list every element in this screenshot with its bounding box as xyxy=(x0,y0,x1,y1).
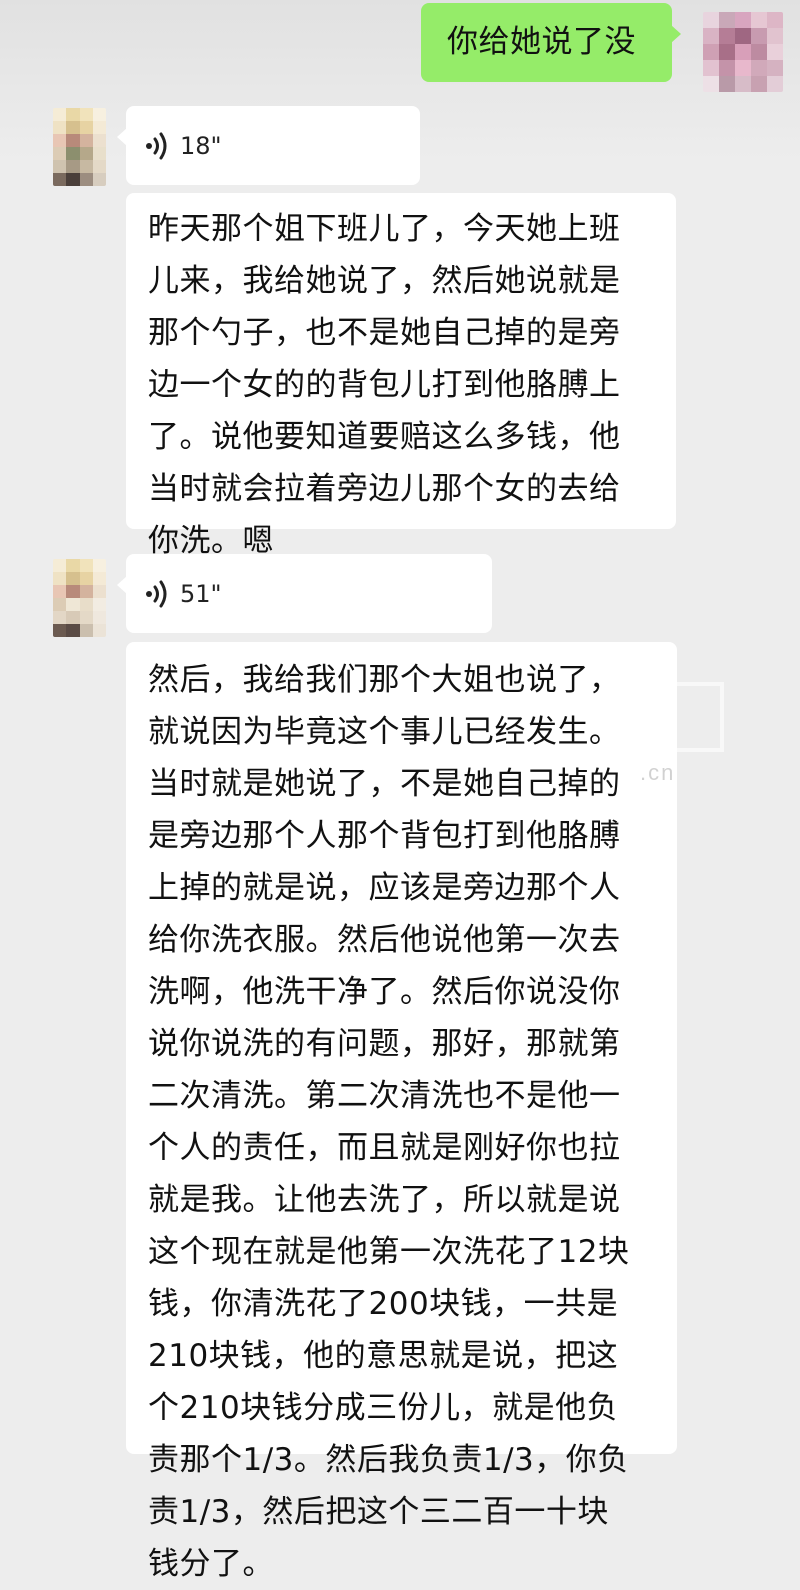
voice-message-bubble[interactable]: 51" xyxy=(117,554,492,633)
watermark-text: .cn xyxy=(640,760,676,785)
message-text: 然后，我给我们那个大姐也说了， 就说因为毕竟这个事儿已经发生。 当时就是她说了，… xyxy=(148,662,630,1582)
voice-duration: 51" xyxy=(180,579,222,608)
message-text: 你给她说了没 xyxy=(447,24,636,60)
message-bubble-received[interactable]: 然后，我给我们那个大姐也说了， 就说因为毕竟这个事儿已经发生。 当时就是她说了，… xyxy=(126,642,677,1582)
avatar-self[interactable] xyxy=(703,12,783,92)
voice-duration: 18" xyxy=(180,131,222,160)
message-text: 昨天那个姐下班儿了，今天她上班 儿来，我给她说了，然后她说就是 那个勺子，也不是… xyxy=(148,211,621,559)
watermark-logo xyxy=(604,682,724,752)
message-bubble-received[interactable]: 昨天那个姐下班儿了，今天她上班 儿来，我给她说了，然后她说就是 那个勺子，也不是… xyxy=(126,193,676,559)
avatar-contact[interactable] xyxy=(53,108,106,186)
avatar-contact[interactable] xyxy=(53,559,106,637)
voice-message-bubble[interactable]: 18" xyxy=(117,106,420,185)
voice-wave-icon xyxy=(146,132,167,159)
message-bubble-sent[interactable]: 你给她说了没 xyxy=(421,3,681,82)
voice-wave-icon xyxy=(146,580,167,607)
